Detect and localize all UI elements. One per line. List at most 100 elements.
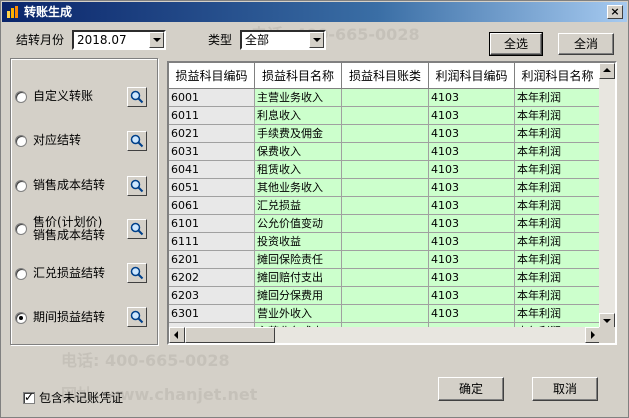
title-bar: 转账生成 × (2, 2, 627, 22)
month-label: 结转月份 (16, 33, 65, 47)
table-cell (342, 179, 429, 197)
table-cell: 本年利润 (515, 305, 601, 323)
table-cell: 汇兑损益 (255, 197, 342, 215)
transfer-generate-dialog: 转账生成 × 电话: 400-665-0028 网址: www.chanjet.… (0, 0, 629, 418)
table-cell: 主营业务收入 (255, 89, 342, 107)
chevron-down-icon[interactable] (149, 32, 164, 48)
table-row[interactable]: 6021 手续费及佣金 4103 本年利润 (169, 125, 601, 143)
chevron-down-icon[interactable] (309, 32, 324, 48)
table-cell: 6101 (169, 215, 255, 233)
table-cell (342, 287, 429, 305)
month-value: 2018.07 (77, 33, 127, 47)
table-cell: 本年利润 (515, 89, 601, 107)
include-unposted-checkbox[interactable] (23, 390, 35, 404)
option-label: 对应结转 (33, 133, 82, 147)
radio-custom-transfer[interactable] (15, 91, 27, 103)
watermark-phone: 电话: 400-665-0028 (61, 351, 230, 370)
table-cell: 4103 (429, 233, 515, 251)
table-cell: 本年利润 (515, 233, 601, 251)
table-cell: 租赁收入 (255, 161, 342, 179)
table-cell: 4103 (429, 269, 515, 287)
table-row[interactable]: 6001 主营业务收入 4103 本年利润 (169, 89, 601, 107)
scroll-thumb[interactable] (185, 327, 275, 343)
column-header[interactable]: 利润科目名称 (515, 63, 601, 89)
include-unposted-label: 包含未记账凭证 (39, 391, 124, 405)
option-label: 期间损益结转 (33, 310, 106, 324)
table-cell (342, 161, 429, 179)
table-cell: 4103 (429, 287, 515, 305)
table-cell (342, 197, 429, 215)
table-cell: 本年利润 (515, 161, 601, 179)
table-row[interactable]: 6031 保费收入 4103 本年利润 (169, 143, 601, 161)
close-button[interactable]: × (607, 5, 623, 19)
table-cell: 6001 (169, 89, 255, 107)
radio-corresponding-transfer[interactable] (15, 135, 27, 147)
table-cell: 6301 (169, 305, 255, 323)
table-cell: 保费收入 (255, 143, 342, 161)
scroll-left-button[interactable] (169, 327, 185, 343)
table-cell: 4103 (429, 251, 515, 269)
search-icon[interactable] (127, 219, 147, 239)
search-icon[interactable] (127, 176, 147, 196)
table-cell: 6111 (169, 233, 255, 251)
table-cell: 6011 (169, 107, 255, 125)
type-select[interactable]: 全部 (240, 30, 326, 50)
table-row[interactable]: 6202 摊回赔付支出 4103 本年利润 (169, 269, 601, 287)
option-label-line2: 销售成本结转 (33, 228, 106, 242)
search-icon[interactable] (127, 307, 147, 327)
radio-period-pnl-transfer[interactable] (15, 312, 27, 324)
table-cell: 4103 (429, 107, 515, 125)
table-cell: 本年利润 (515, 287, 601, 305)
clear-all-button[interactable]: 全消 (558, 33, 614, 55)
table-row[interactable]: 6041 租赁收入 4103 本年利润 (169, 161, 601, 179)
table-cell: 4103 (429, 143, 515, 161)
table-cell (342, 125, 429, 143)
scroll-up-button[interactable] (599, 63, 615, 79)
vertical-scrollbar[interactable] (599, 63, 615, 329)
select-all-button[interactable]: 全选 (489, 32, 543, 56)
table-cell: 4103 (429, 179, 515, 197)
table-row[interactable]: 6111 投资收益 4103 本年利润 (169, 233, 601, 251)
table-row[interactable]: 6203 摊回分保费用 4103 本年利润 (169, 287, 601, 305)
table-row[interactable]: 6101 公允价值变动 4103 本年利润 (169, 215, 601, 233)
column-header[interactable]: 损益科目账类 (342, 63, 429, 89)
table-cell (342, 89, 429, 107)
table-cell: 本年利润 (515, 251, 601, 269)
table-row[interactable]: 6201 摊回保险责任 4103 本年利润 (169, 251, 601, 269)
table-row[interactable]: 6061 汇兑损益 4103 本年利润 (169, 197, 601, 215)
type-value: 全部 (245, 33, 270, 47)
radio-exchange-gain-transfer[interactable] (15, 268, 27, 280)
radio-planned-price-transfer[interactable] (15, 223, 27, 235)
table-cell: 4103 (429, 197, 515, 215)
table-cell: 6051 (169, 179, 255, 197)
table-row[interactable]: 6051 其他业务收入 4103 本年利润 (169, 179, 601, 197)
month-select[interactable]: 2018.07 (72, 30, 166, 50)
table-cell: 6201 (169, 251, 255, 269)
table-cell: 6061 (169, 197, 255, 215)
table-row[interactable]: 6301 营业外收入 4103 本年利润 (169, 305, 601, 323)
cancel-button[interactable]: 取消 (532, 377, 598, 401)
table-cell: 摊回分保费用 (255, 287, 342, 305)
table-cell: 投资收益 (255, 233, 342, 251)
table-cell: 4103 (429, 89, 515, 107)
search-icon[interactable] (127, 87, 147, 107)
column-header[interactable]: 损益科目编码 (169, 63, 255, 89)
column-header[interactable]: 利润科目编码 (429, 63, 515, 89)
table-cell (342, 251, 429, 269)
table-cell: 6031 (169, 143, 255, 161)
table-cell: 营业外收入 (255, 305, 342, 323)
ok-button[interactable]: 确定 (438, 377, 504, 401)
column-header[interactable]: 损益科目名称 (255, 63, 342, 89)
search-icon[interactable] (127, 263, 147, 283)
table-row[interactable]: 6011 利息收入 4103 本年利润 (169, 107, 601, 125)
table-cell: 本年利润 (515, 125, 601, 143)
table-cell (342, 305, 429, 323)
search-icon[interactable] (127, 131, 147, 151)
table-cell (342, 269, 429, 287)
transfer-grid: 损益科目编码 损益科目名称 损益科目账类 利润科目编码 利润科目名称 6001 主… (167, 61, 617, 345)
horizontal-scrollbar[interactable] (169, 327, 601, 343)
table-cell: 6041 (169, 161, 255, 179)
table-cell: 6202 (169, 269, 255, 287)
radio-sales-cost-transfer[interactable] (15, 180, 27, 192)
table-cell: 4103 (429, 305, 515, 323)
